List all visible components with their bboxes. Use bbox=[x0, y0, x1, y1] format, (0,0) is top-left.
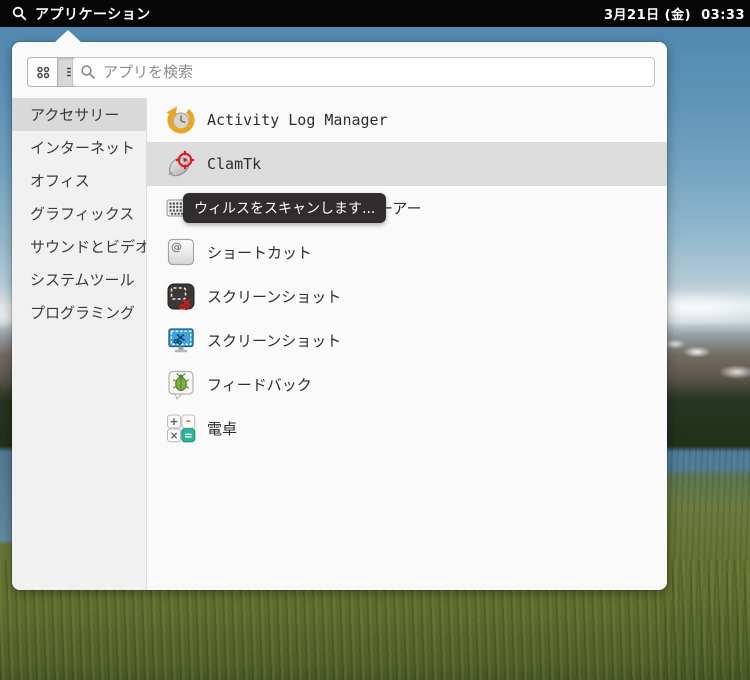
app-row-screenshot-screen[interactable]: スクリーンショット bbox=[147, 318, 667, 362]
sidebar-item-sound-video[interactable]: サウンドとビデオ bbox=[12, 230, 146, 263]
top-bar: アプリケーション 3月21日 (金) 03:33 bbox=[0, 0, 750, 27]
clock-menu[interactable]: 3月21日 (金) 03:33 bbox=[604, 4, 746, 23]
app-label: スクリーンショット bbox=[207, 287, 342, 306]
app-label: 電卓 bbox=[207, 419, 238, 438]
grid-view-icon bbox=[35, 64, 51, 80]
category-sidebar: アクセサリー インターネット オフィス グラフィックス サウンドとビデオ システ… bbox=[12, 98, 147, 590]
menu-pointer-arrow bbox=[55, 30, 81, 42]
app-search-input[interactable] bbox=[72, 57, 655, 87]
sidebar-item-graphics[interactable]: グラフィックス bbox=[12, 197, 146, 230]
app-label: スクリーンショット bbox=[207, 331, 342, 350]
app-label: フィードバック bbox=[207, 375, 312, 394]
clamtk-tooltip: ウィルスをスキャンします... bbox=[183, 193, 387, 223]
desktop: アプリケーション 3月21日 (金) 03:33 アプリを検索 アクセサリー イ… bbox=[0, 0, 750, 680]
app-label: Activity Log Manager bbox=[207, 111, 388, 129]
calculator-icon: + - × = bbox=[165, 412, 197, 444]
grid-view-button[interactable] bbox=[27, 57, 58, 87]
sidebar-item-office[interactable]: オフィス bbox=[12, 164, 146, 197]
activity-log-manager-icon bbox=[165, 104, 197, 136]
app-row-shortcuts[interactable]: @ ショートカット bbox=[147, 230, 667, 274]
at-key-icon: @ bbox=[165, 236, 197, 268]
feedback-bug-icon bbox=[165, 368, 197, 400]
applications-menu-label: アプリケーション bbox=[35, 6, 151, 23]
svg-text:@: @ bbox=[171, 241, 182, 254]
sidebar-item-system-tools[interactable]: システムツール bbox=[12, 263, 146, 296]
application-menu-panel: アクセサリー インターネット オフィス グラフィックス サウンドとビデオ システ… bbox=[12, 42, 667, 590]
app-row-activity-log-manager[interactable]: Activity Log Manager bbox=[147, 98, 667, 142]
sidebar-item-internet[interactable]: インターネット bbox=[12, 131, 146, 164]
clamtk-target-icon bbox=[165, 148, 197, 180]
svg-text:+: + bbox=[169, 415, 178, 428]
search-field-container bbox=[72, 57, 655, 87]
svg-text:×: × bbox=[170, 430, 179, 442]
svg-text:=: = bbox=[184, 430, 193, 442]
app-row-feedback[interactable]: フィードバック bbox=[147, 362, 667, 406]
app-row-screenshot-area[interactable]: スクリーンショット bbox=[147, 274, 667, 318]
app-label: ClamTk bbox=[207, 155, 262, 173]
svg-text:-: - bbox=[186, 414, 191, 428]
app-label: ショートカット bbox=[207, 243, 313, 262]
search-icon bbox=[12, 6, 27, 21]
applications-menu-button[interactable]: アプリケーション bbox=[8, 0, 155, 27]
screenshot-selection-icon bbox=[165, 280, 197, 312]
screenshot-monitor-icon bbox=[165, 324, 197, 356]
app-row-clamtk[interactable]: ClamTk bbox=[147, 142, 667, 186]
app-list: Activity Log Manager ClamTk ーアー @ ショートカッ… bbox=[147, 98, 667, 590]
app-row-calculator[interactable]: + - × = 電卓 bbox=[147, 406, 667, 450]
sidebar-item-accessories[interactable]: アクセサリー bbox=[12, 98, 146, 131]
sidebar-item-programming[interactable]: プログラミング bbox=[12, 296, 146, 329]
